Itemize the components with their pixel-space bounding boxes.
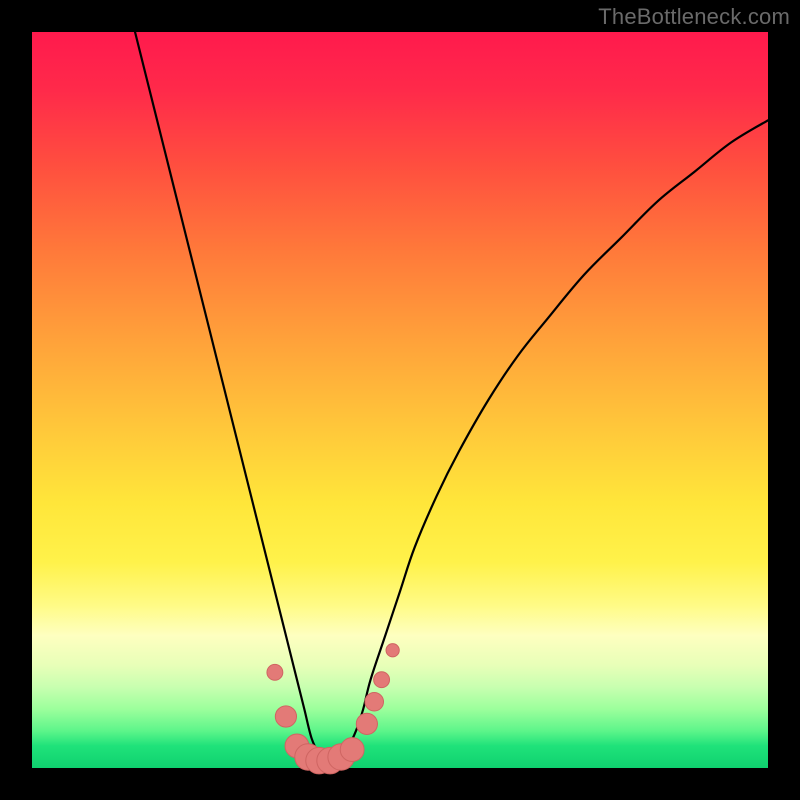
curve-marker [275, 706, 296, 727]
chart-frame: TheBottleneck.com [0, 0, 800, 800]
curve-marker [267, 664, 283, 680]
curve-markers [267, 644, 399, 774]
curve-marker [340, 738, 364, 762]
chart-svg [32, 32, 768, 768]
curve-marker [365, 692, 384, 711]
bottleneck-curve [135, 32, 768, 762]
curve-marker [356, 713, 377, 734]
watermark-text: TheBottleneck.com [598, 4, 790, 30]
plot-area [32, 32, 768, 768]
curve-marker [374, 672, 390, 688]
curve-marker [386, 644, 399, 657]
